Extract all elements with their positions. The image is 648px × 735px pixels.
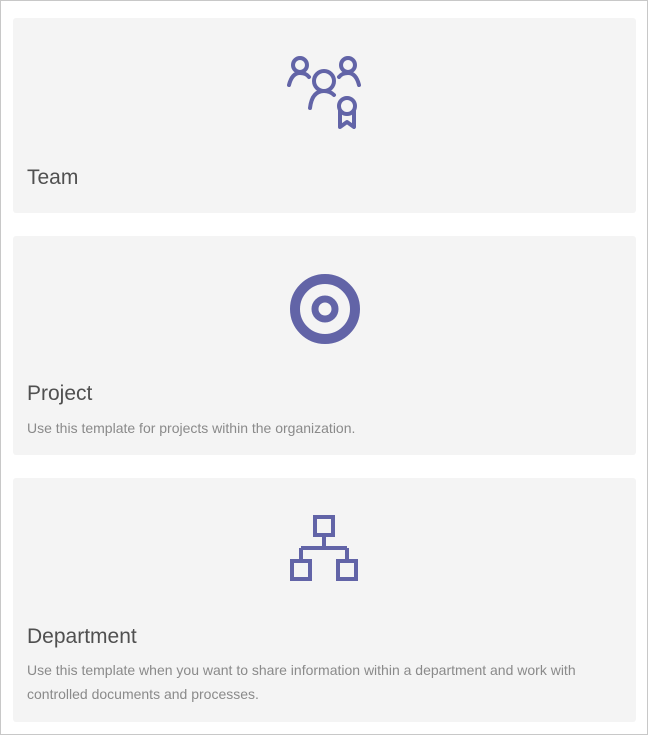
template-description: Use this template for projects within th… [27,420,356,436]
org-chart-icon [289,515,361,583]
template-title: Department [27,625,137,648]
template-picker: Team Project Use this template for proje… [0,0,648,735]
template-title: Team [27,166,79,189]
template-description: Use this template when you want to share… [27,662,576,702]
template-card-department[interactable]: Department Use this template when you wa… [13,478,636,722]
template-title: Project [27,382,93,405]
template-card-team[interactable]: Team [13,18,636,213]
team-icon [286,53,364,129]
target-icon [289,273,361,345]
template-card-project[interactable]: Project Use this template for projects w… [13,236,636,455]
